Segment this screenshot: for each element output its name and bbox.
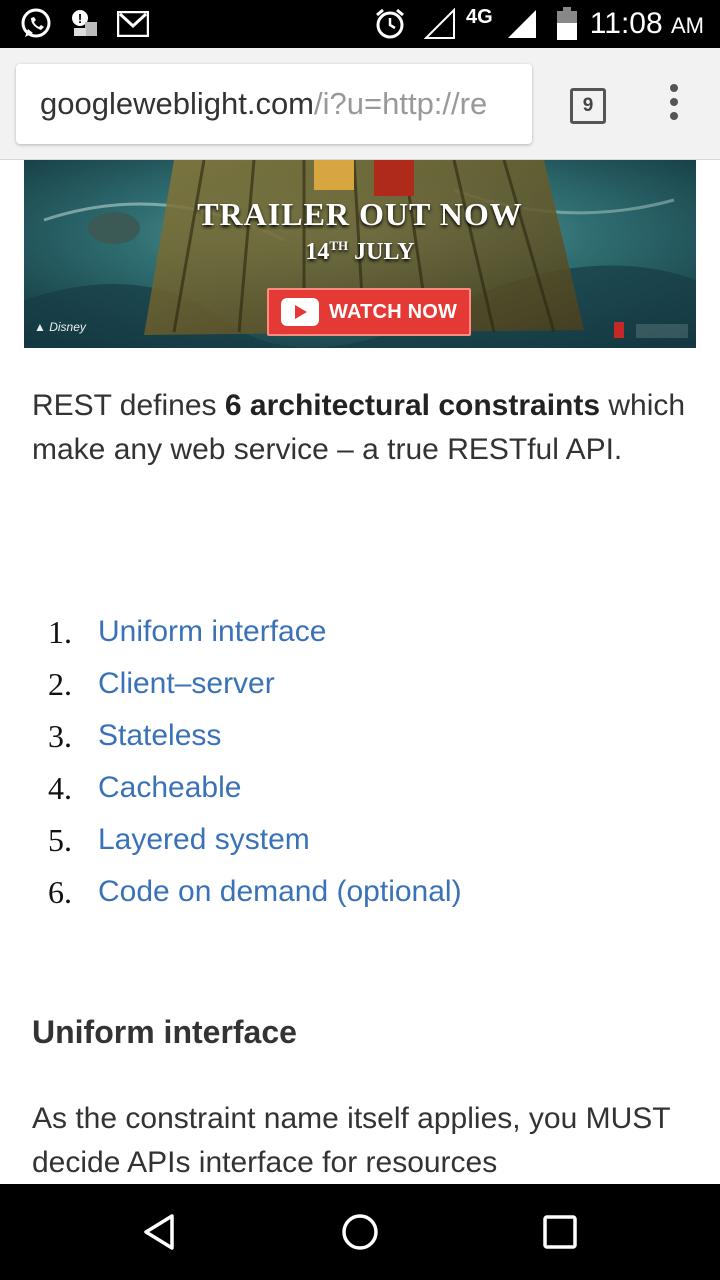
banner-headline: TRAILER OUT NOW xyxy=(197,196,523,232)
back-triangle-icon xyxy=(144,1214,174,1250)
link-code-on-demand[interactable]: Code on demand (optional) xyxy=(98,872,462,912)
studio-mark-logo xyxy=(614,322,624,338)
alarm-icon xyxy=(372,8,408,40)
address-bar[interactable]: googleweblight.com/i?u=http://re xyxy=(16,64,532,144)
home-button[interactable] xyxy=(336,1208,384,1256)
svg-text:!: ! xyxy=(78,11,82,26)
recents-square-icon xyxy=(543,1215,577,1249)
tab-switcher-button[interactable]: 9 xyxy=(570,88,606,124)
constraints-list: 1. Uniform interface 2. Client–server 3. St… xyxy=(0,612,720,924)
link-uniform-interface[interactable]: Uniform interface xyxy=(98,612,326,652)
link-cacheable[interactable]: Cacheable xyxy=(98,768,241,808)
intro-emphasis: 6 architectural constraints xyxy=(224,389,601,422)
link-layered-system[interactable]: Layered system xyxy=(98,820,310,860)
url-text: googleweblight.com/i?u=http://re xyxy=(40,86,487,122)
status-bar: ! 4G 11:08 AM xyxy=(0,0,720,48)
signal-empty-icon xyxy=(422,8,458,40)
system-navigation-bar xyxy=(0,1184,720,1280)
signal-icon xyxy=(504,8,540,40)
url-path: /i?u=http://re xyxy=(314,86,488,121)
home-circle-icon xyxy=(342,1214,378,1250)
intro-paragraph: REST defines 6 architectural constraints… xyxy=(32,389,686,466)
list-item: 2. Client–server xyxy=(0,664,720,716)
clock: 11:08 AM xyxy=(589,7,704,40)
banner-release-date: 14TH JULY xyxy=(305,238,415,265)
back-button[interactable] xyxy=(136,1208,184,1256)
link-stateless[interactable]: Stateless xyxy=(98,716,221,756)
overflow-menu-button[interactable] xyxy=(660,84,688,124)
list-number: 4. xyxy=(48,770,72,806)
disney-logo: ▲ Disney xyxy=(34,320,86,334)
studio-logo xyxy=(636,324,688,338)
network-type: 4G xyxy=(466,6,493,28)
body-paragraph: As the constraint name itself applies, y… xyxy=(32,1102,671,1179)
link-client-server[interactable]: Client–server xyxy=(98,664,275,704)
menu-dot-icon xyxy=(670,84,678,92)
movie-ad-banner[interactable]: TRAILER OUT NOW 14TH JULY WATCH NOW ▲ Di… xyxy=(24,160,696,348)
list-item: 3. Stateless xyxy=(0,716,720,768)
list-number: 6. xyxy=(48,874,72,910)
url-host: googleweblight.com xyxy=(40,86,315,121)
menu-dot-icon xyxy=(670,112,678,120)
list-item: 5. Layered system xyxy=(0,820,720,872)
whatsapp-icon xyxy=(18,8,54,40)
browser-toolbar: googleweblight.com/i?u=http://re 9 xyxy=(0,48,720,160)
watch-now-label: WATCH NOW xyxy=(329,300,458,323)
notification-icon: ! xyxy=(68,8,102,40)
list-number: 5. xyxy=(48,822,72,858)
recents-button[interactable] xyxy=(536,1208,584,1256)
section-heading: Uniform interface xyxy=(32,1014,297,1050)
battery-icon xyxy=(554,7,580,40)
list-number: 1. xyxy=(48,614,72,650)
gmail-icon xyxy=(116,8,150,40)
list-item: 4. Cacheable xyxy=(0,768,720,820)
list-item: 6. Code on demand (optional) xyxy=(0,872,720,924)
list-item: 1. Uniform interface xyxy=(0,612,720,664)
list-number: 2. xyxy=(48,666,72,702)
list-number: 3. xyxy=(48,718,72,754)
menu-dot-icon xyxy=(670,98,678,106)
watch-now-button[interactable]: WATCH NOW xyxy=(267,288,471,336)
play-icon xyxy=(281,298,319,326)
